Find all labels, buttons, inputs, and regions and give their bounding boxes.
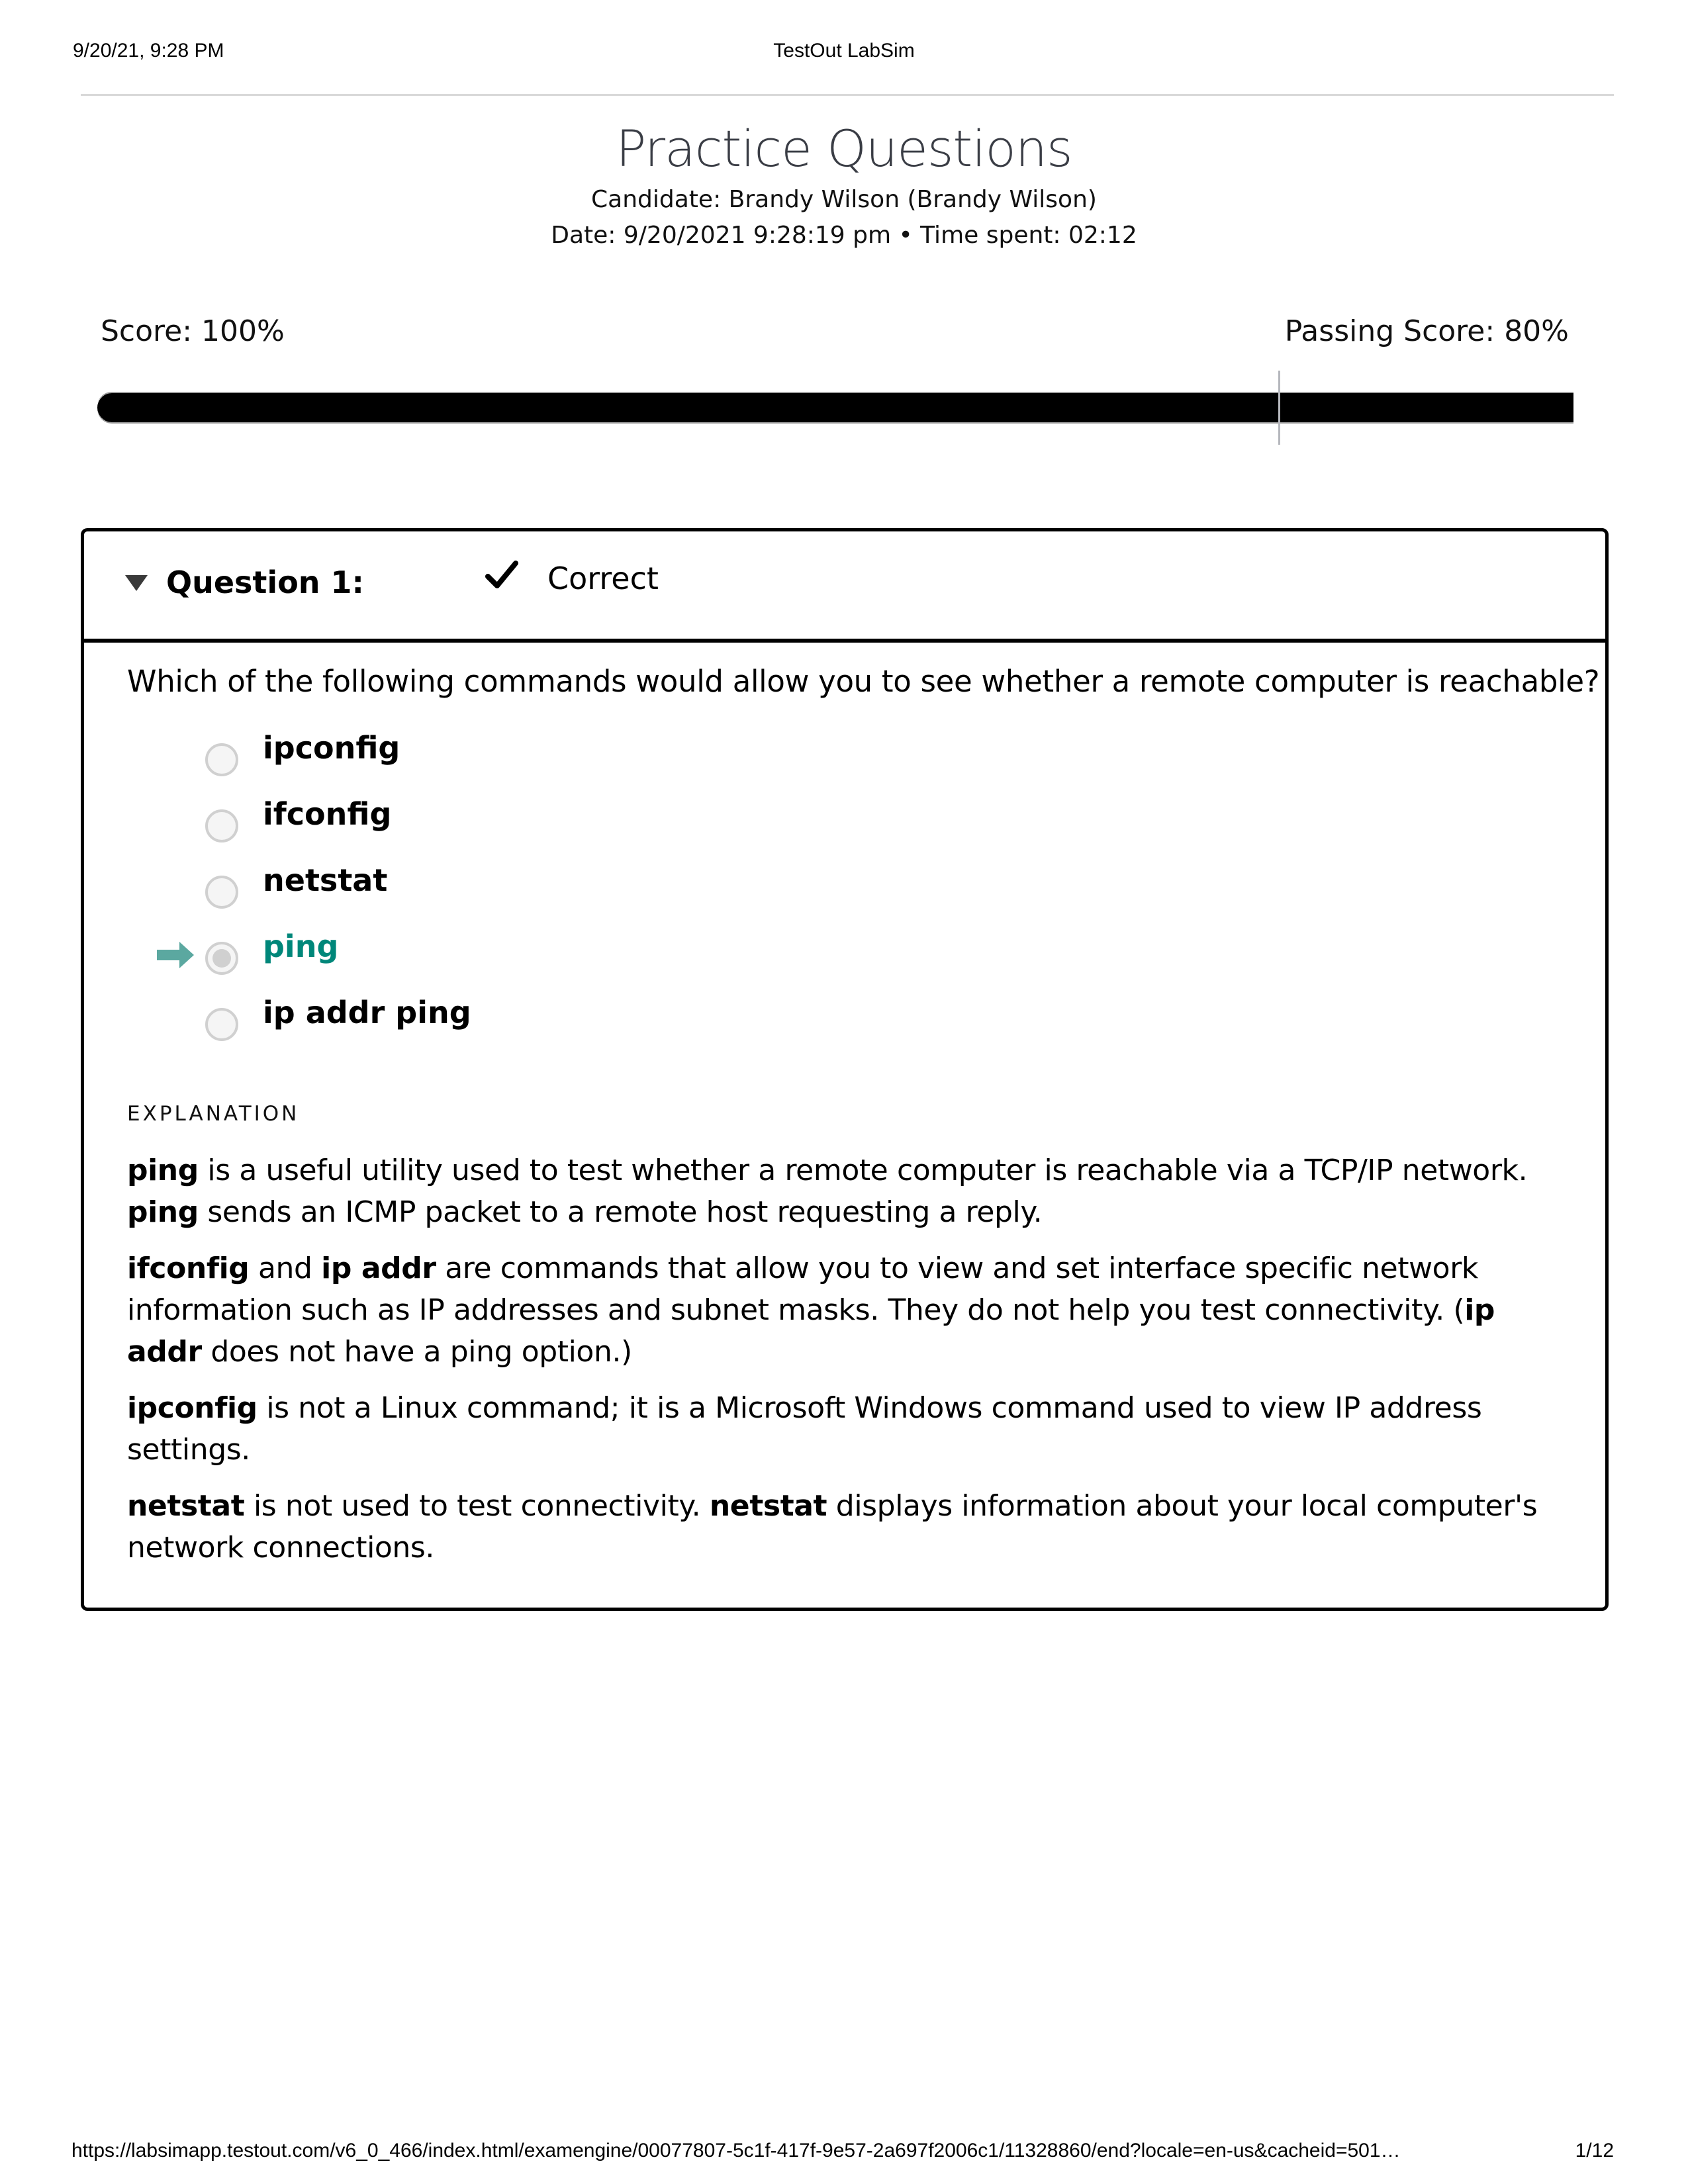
print-header: 9/20/21, 9:28 PM TestOut LabSim [0,40,1688,66]
score-row: Score: 100% Passing Score: 80% [101,314,1569,354]
answer-radio[interactable] [205,876,238,909]
check-icon [485,561,518,588]
score-label: Score: 100% [101,314,285,348]
answer-option[interactable]: ifconfig [84,796,746,856]
command-term: ifconfig [127,1251,250,1285]
header-divider [81,94,1614,96]
date-time-line: Date: 9/20/2021 9:28:19 pm • Time spent:… [551,222,1137,249]
command-term: ping [127,1154,199,1187]
answer-option-label: ping [263,929,339,964]
command-term: netstat [709,1489,827,1523]
explanation-heading: EXPLANATION [127,1102,300,1126]
command-term: ip addr [321,1251,436,1285]
answer-option[interactable]: ipconfig [84,730,746,790]
print-footer: https://labsimapp.testout.com/v6_0_466/i… [0,2140,1688,2166]
score-progress-fill [97,393,1573,422]
question-text: Which of the following commands would al… [127,664,1600,699]
answer-radio[interactable] [205,743,238,776]
print-title: TestOut LabSim [773,40,915,62]
candidate-line: Candidate: Brandy Wilson (Brandy Wilson) [591,186,1097,213]
command-term: ipconfig [127,1391,258,1425]
answer-option[interactable]: ping [84,929,746,988]
result-status: Correct [547,561,659,596]
passing-score-marker [1278,371,1280,445]
passing-score-label: Passing Score: 80% [1284,314,1569,348]
score-progress-bar [97,371,1573,445]
answer-option[interactable]: ip addr ping [84,995,746,1054]
answer-option-label: ifconfig [263,796,392,832]
command-term: ping [127,1195,199,1229]
answer-option[interactable]: netstat [84,862,746,922]
command-term: ip addr [127,1293,1495,1369]
answer-radio[interactable] [205,942,238,975]
page-number: 1/12 [1575,2140,1614,2161]
explanation-paragraph: ipconfig is not a Linux command; it is a… [127,1391,1482,1467]
correct-answer-arrow-icon [157,942,194,968]
explanation-paragraph: netstat is not used to test connectivity… [127,1489,1538,1565]
explanation-paragraph: ifconfig and ip addr are commands that a… [127,1251,1495,1369]
explanation-paragraph: ping is a useful utility used to test wh… [127,1154,1528,1229]
answer-option-label: netstat [263,862,388,898]
answer-radio[interactable] [205,809,238,842]
title-block: Practice Questions Candidate: Brandy Wil… [0,116,1688,253]
answer-option-label: ip addr ping [263,995,471,1030]
question-number: Question 1: [166,565,364,600]
radio-selected-dot [212,949,231,968]
page-title: Practice Questions [616,119,1072,178]
page-url: https://labsimapp.testout.com/v6_0_466/i… [71,2140,1401,2161]
command-term: netstat [127,1489,245,1523]
collapse-caret-icon[interactable] [125,575,148,591]
question-card: Question 1: Correct Which of the followi… [81,528,1609,1611]
answer-option-label: ipconfig [263,730,400,766]
answer-radio[interactable] [205,1008,238,1041]
explanation-body: ping is a useful utility used to test wh… [127,1150,1570,1583]
question-header[interactable]: Question 1: Correct [84,531,1605,643]
